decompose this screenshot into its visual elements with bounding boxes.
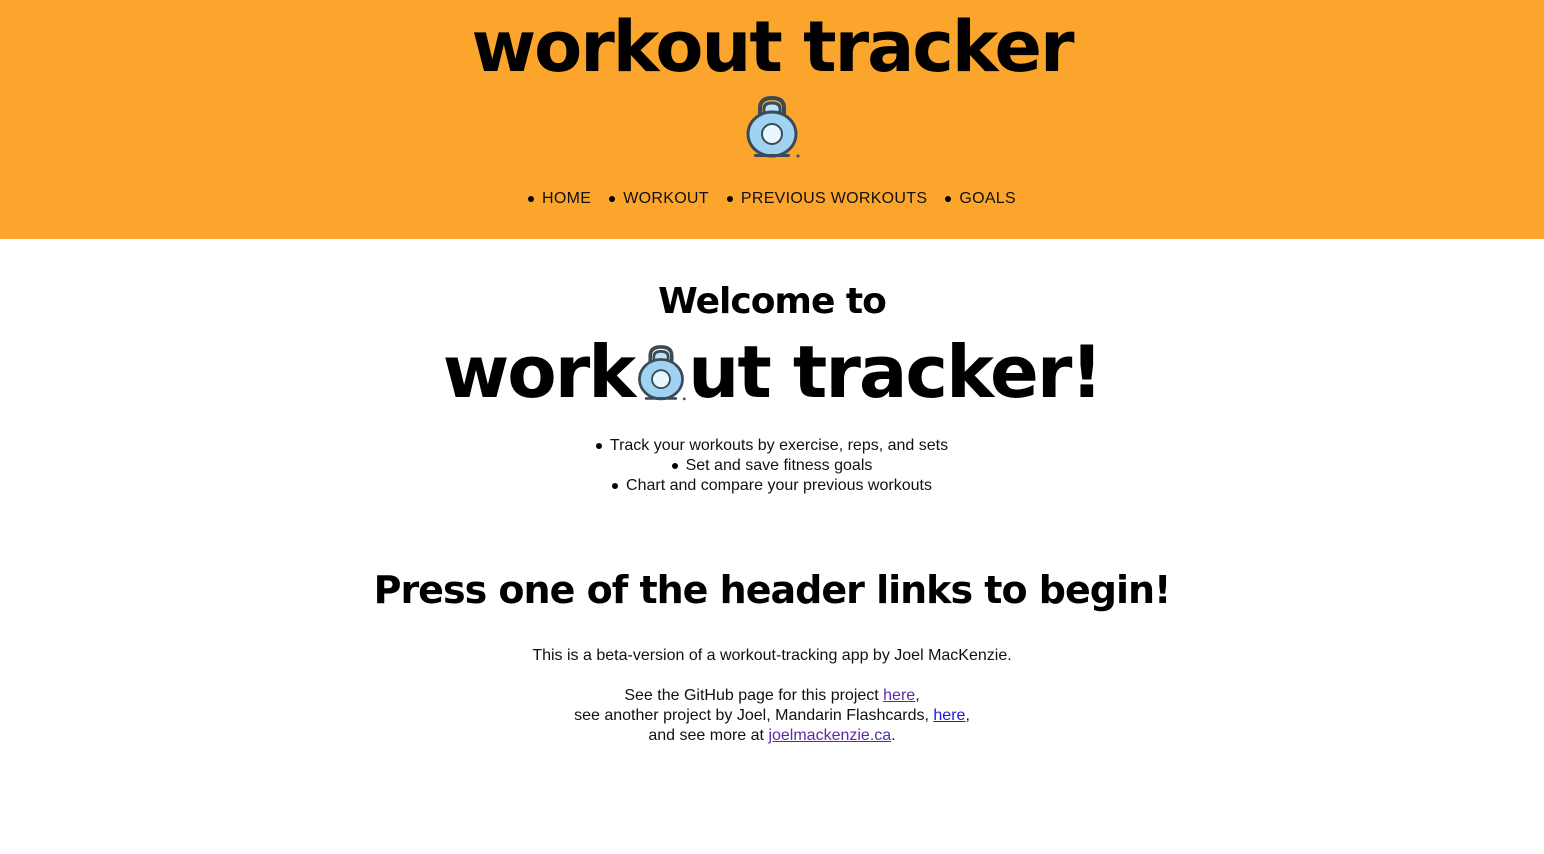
feature-text: Chart and compare your previous workouts [626, 477, 932, 494]
bullet-icon [528, 196, 535, 202]
cta-heading: Press one of the header links to begin! [373, 568, 1172, 612]
github-text: See the GitHub page for this project [624, 687, 884, 704]
bullet-icon [609, 196, 616, 202]
feature-text: Set and save fitness goals [685, 457, 873, 474]
bullet-icon [595, 443, 602, 449]
github-link[interactable]: here [883, 687, 915, 704]
list-item: Chart and compare your previous workouts [612, 476, 932, 496]
github-after: , [915, 687, 920, 704]
bullet-icon [726, 196, 733, 202]
nav-goals[interactable]: GOALS [945, 190, 1016, 208]
flashcards-text: see another project by Joel, Mandarin Fl… [574, 707, 934, 724]
bullet-icon [671, 463, 678, 469]
welcome-heading: Welcome to [658, 281, 887, 322]
flashcards-line: see another project by Joel, Mandarin Fl… [532, 706, 1011, 726]
feature-text: Track your workouts by exercise, reps, a… [609, 437, 949, 454]
site-title: workout tracker [471, 6, 1074, 88]
main-content: Welcome to work ut tracker! Track your w… [0, 239, 1544, 746]
list-item: Track your workouts by exercise, reps, a… [595, 436, 949, 456]
site-text: and see more at [648, 727, 769, 744]
nav-previous-workouts-label: PREVIOUS WORKOUTS [740, 190, 928, 207]
site-header: workout tracker HOME WORKOUT PREVIOUS WO… [0, 0, 1544, 239]
kettlebell-icon [638, 345, 686, 401]
nav-home[interactable]: HOME [528, 190, 591, 208]
big-title-post: ut tracker! [688, 330, 1103, 414]
nav-home-label: HOME [542, 190, 592, 207]
project-info: This is a beta-version of a workout-trac… [532, 646, 1011, 746]
site-line: and see more at joelmackenzie.ca. [532, 726, 1011, 746]
nav-previous-workouts[interactable]: PREVIOUS WORKOUTS [726, 190, 928, 208]
bullet-icon [612, 483, 619, 489]
big-title: work ut tracker! [442, 330, 1103, 414]
flashcards-link[interactable]: here [933, 707, 965, 724]
site-after: . [891, 727, 896, 744]
big-title-pre: work [442, 330, 636, 414]
flashcards-after: , [965, 707, 970, 724]
beta-note: This is a beta-version of a workout-trac… [532, 647, 1012, 664]
bullet-icon [945, 196, 952, 202]
kettlebell-icon [746, 95, 800, 158]
github-line: See the GitHub page for this project her… [532, 686, 1011, 706]
header-nav: HOME WORKOUT PREVIOUS WORKOUTS GOALS [519, 190, 1025, 208]
nav-goals-label: GOALS [959, 190, 1016, 207]
list-item: Set and save fitness goals [671, 456, 873, 476]
feature-list: Track your workouts by exercise, reps, a… [595, 436, 949, 496]
site-link[interactable]: joelmackenzie.ca [768, 727, 891, 744]
nav-workout-label: WORKOUT [623, 190, 709, 207]
nav-workout[interactable]: WORKOUT [609, 190, 709, 208]
